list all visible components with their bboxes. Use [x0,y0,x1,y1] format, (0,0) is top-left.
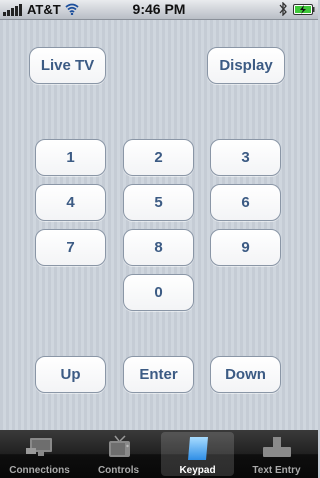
display-button[interactable]: Display [207,47,285,84]
tab-keypad[interactable]: Keypad [158,430,237,478]
connections-icon [25,438,52,456]
key-3-button[interactable]: 3 [210,139,281,176]
live-tv-button[interactable]: Live TV [29,47,106,84]
key-9-button[interactable]: 9 [210,229,281,266]
tv-icon [108,435,130,457]
tab-controls[interactable]: Controls [79,430,158,478]
key-4-button[interactable]: 4 [35,184,106,221]
key-8-button[interactable]: 8 [123,229,194,266]
keypad-icon [187,437,208,460]
key-6-button[interactable]: 6 [210,184,281,221]
battery-icon [293,4,315,15]
down-button[interactable]: Down [210,356,281,393]
tab-connections-label: Connections [9,465,70,476]
enter-button[interactable]: Enter [123,356,194,393]
tab-controls-label: Controls [97,465,140,476]
key-2-button[interactable]: 2 [123,139,194,176]
clock: 9:46 PM [132,1,186,17]
tab-keypad-label: Keypad [179,465,216,476]
tab-connections[interactable]: Connections [0,430,79,478]
tab-bar: Connections Controls Keypad Text Entry [0,430,318,478]
key-5-button[interactable]: 5 [123,184,194,221]
bluetooth-icon [279,2,287,16]
up-button[interactable]: Up [35,356,106,393]
tab-text-entry-label: Text Entry [252,465,301,476]
key-0-button[interactable]: 0 [123,274,194,311]
text-entry-icon [262,437,291,457]
key-1-button[interactable]: 1 [35,139,106,176]
tab-text-entry[interactable]: Text Entry [237,430,316,478]
key-7-button[interactable]: 7 [35,229,106,266]
status-bar: AT&T 9:46 PM [0,0,318,20]
